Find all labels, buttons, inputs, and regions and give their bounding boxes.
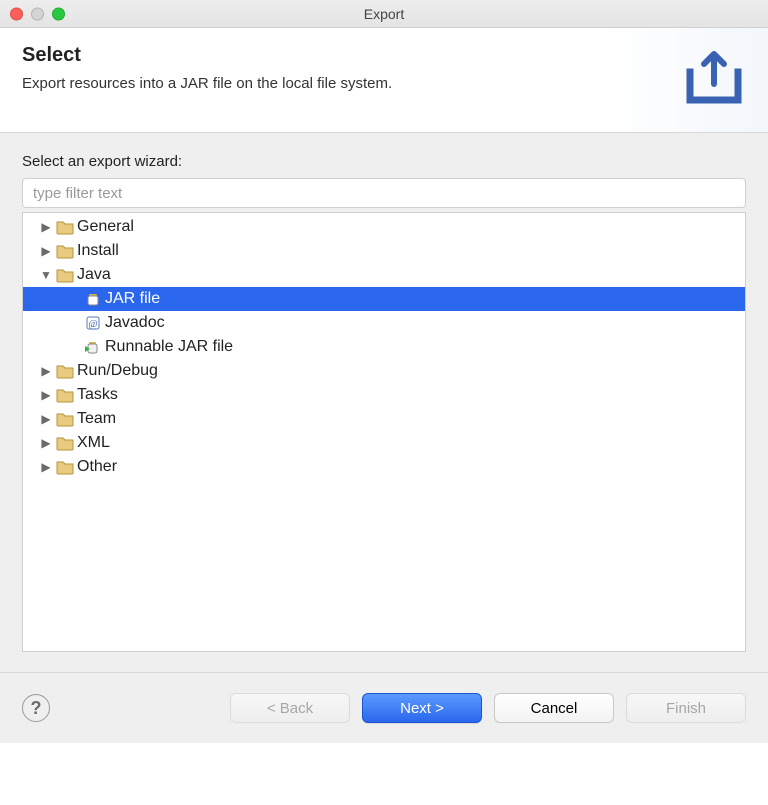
disclosure-closed-icon[interactable]: ▶ — [37, 242, 55, 260]
tree-item[interactable]: Runnable JAR file — [23, 335, 745, 359]
disclosure-closed-icon[interactable]: ▶ — [37, 434, 55, 452]
finish-button: Finish — [626, 693, 746, 723]
folder-icon — [55, 410, 75, 428]
jar-icon — [83, 290, 103, 308]
disclosure-closed-icon[interactable]: ▶ — [37, 458, 55, 476]
wizard-list-label: Select an export wizard: — [22, 153, 746, 170]
disclosure-none — [65, 314, 83, 332]
wizard-heading: Select — [22, 44, 392, 67]
folder-icon — [55, 434, 75, 452]
tree-item[interactable]: @ Javadoc — [23, 311, 745, 335]
svg-text:@: @ — [88, 319, 97, 330]
tree-item[interactable]: ▶ General — [23, 215, 745, 239]
wizard-banner: Select Export resources into a JAR file … — [0, 28, 768, 133]
filter-input[interactable] — [22, 178, 746, 208]
minimize-window-button[interactable] — [31, 7, 44, 20]
disclosure-none — [65, 338, 83, 356]
export-icon — [682, 44, 746, 112]
wizard-subtext: Export resources into a JAR file on the … — [22, 75, 392, 92]
tree-item[interactable]: ▶ Run/Debug — [23, 359, 745, 383]
folder-icon — [55, 386, 75, 404]
next-button[interactable]: Next > — [362, 693, 482, 723]
folder-icon — [55, 266, 75, 284]
disclosure-closed-icon[interactable]: ▶ — [37, 362, 55, 380]
disclosure-closed-icon[interactable]: ▶ — [37, 218, 55, 236]
wizard-footer: ? < Back Next > Cancel Finish — [0, 673, 768, 743]
tree-item-label: XML — [77, 434, 110, 452]
disclosure-none — [65, 290, 83, 308]
tree-item[interactable]: JAR file — [23, 287, 745, 311]
tree-item[interactable]: ▶ Other — [23, 455, 745, 479]
cancel-button[interactable]: Cancel — [494, 693, 614, 723]
tree-item-label: Runnable JAR file — [105, 338, 233, 356]
zoom-window-button[interactable] — [52, 7, 65, 20]
disclosure-closed-icon[interactable]: ▶ — [37, 386, 55, 404]
folder-icon — [55, 458, 75, 476]
runjar-icon — [83, 338, 103, 356]
tree-item[interactable]: ▶ XML — [23, 431, 745, 455]
tree-item[interactable]: ▶ Install — [23, 239, 745, 263]
disclosure-closed-icon[interactable]: ▶ — [37, 410, 55, 428]
close-window-button[interactable] — [10, 7, 23, 20]
folder-icon — [55, 362, 75, 380]
javadoc-icon: @ — [83, 314, 103, 332]
export-wizard-tree[interactable]: ▶ General ▶ Install ▼ Java JAR file @ Javadoc Run… — [22, 212, 746, 652]
tree-item-label: Java — [77, 266, 111, 284]
tree-item-label: General — [77, 218, 134, 236]
tree-item-label: Install — [77, 242, 119, 260]
wizard-body: Select an export wizard: ▶ General ▶ Instal… — [0, 133, 768, 673]
folder-icon — [55, 218, 75, 236]
tree-item[interactable]: ▶ Tasks — [23, 383, 745, 407]
titlebar: Export — [0, 0, 768, 28]
window-controls — [10, 7, 65, 20]
tree-item-label: Tasks — [77, 386, 118, 404]
tree-item-label: Run/Debug — [77, 362, 158, 380]
back-button: < Back — [230, 693, 350, 723]
help-button[interactable]: ? — [22, 694, 50, 722]
folder-icon — [55, 242, 75, 260]
tree-item-label: Team — [77, 410, 116, 428]
tree-item-label: Other — [77, 458, 117, 476]
tree-item-label: Javadoc — [105, 314, 165, 332]
tree-item[interactable]: ▶ Team — [23, 407, 745, 431]
tree-item-label: JAR file — [105, 290, 160, 308]
tree-item[interactable]: ▼ Java — [23, 263, 745, 287]
window-title: Export — [364, 6, 404, 22]
disclosure-open-icon[interactable]: ▼ — [37, 266, 55, 284]
